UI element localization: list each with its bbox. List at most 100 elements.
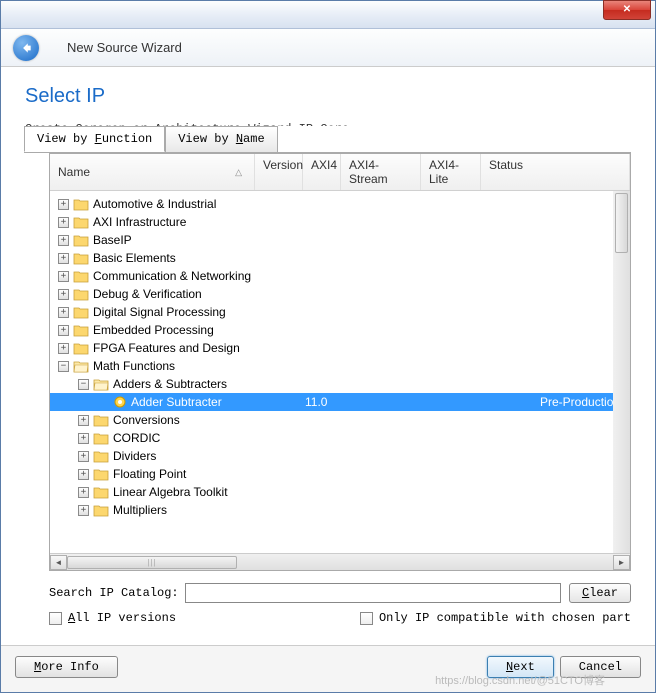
tree-scroll[interactable]: + Automotive & Industrial + AXI Infrastruct… (50, 191, 630, 553)
tree-folder[interactable]: −Math Functions (50, 357, 630, 375)
clear-button[interactable]: Clear (569, 583, 631, 603)
page-title: Select IP (25, 85, 631, 108)
tree-label: Floating Point (113, 467, 186, 481)
folder-icon (73, 342, 89, 355)
close-button[interactable] (603, 0, 651, 20)
tree-label: Debug & Verification (93, 287, 202, 301)
search-row: Search IP Catalog: Clear (49, 583, 631, 603)
expander-icon[interactable]: + (78, 487, 89, 498)
col-name[interactable]: Name△ (50, 154, 255, 190)
tree-label: Dividers (113, 449, 156, 463)
vertical-scrollbar[interactable] (613, 191, 630, 553)
col-version[interactable]: Version (255, 154, 303, 190)
expander-icon[interactable]: + (58, 325, 69, 336)
tabs-row: View by Function View by Name (24, 126, 631, 153)
expander-icon[interactable]: + (58, 271, 69, 282)
content-area: Select IP Create Coregen or Architecture… (1, 67, 655, 645)
expander-icon[interactable]: + (58, 217, 69, 228)
tree-folder[interactable]: + Debug & Verification (50, 285, 630, 303)
tree-label: Communication & Networking (93, 269, 251, 283)
more-info-button[interactable]: More Info (15, 656, 118, 678)
folder-icon (93, 450, 109, 463)
expander-icon[interactable]: − (78, 379, 89, 390)
wizard-window: New Source Wizard Select IP Create Coreg… (0, 0, 656, 693)
tree-folder[interactable]: +CORDIC (50, 429, 630, 447)
tree-label: AXI Infrastructure (93, 215, 186, 229)
tree-folder[interactable]: + Dividers (50, 447, 630, 465)
tree-folder[interactable]: + AXI Infrastructure (50, 213, 630, 231)
expander-icon[interactable]: + (58, 289, 69, 300)
tree-leaf[interactable]: Adder Subtracter11.0Pre-Production (50, 393, 630, 411)
tree-label: FPGA Features and Design (93, 341, 240, 355)
expander-icon[interactable]: + (58, 199, 69, 210)
check-row: All IP versions Only IP compatible with … (49, 611, 631, 625)
expander-icon[interactable]: + (78, 433, 89, 444)
ip-core-icon (113, 395, 127, 409)
tree-folder[interactable]: + Multipliers (50, 501, 630, 519)
hscroll-right-button[interactable]: ► (613, 555, 630, 570)
back-arrow-icon (19, 41, 33, 55)
tab-view-by-name[interactable]: View by Name (165, 126, 277, 152)
tree-label: Conversions (113, 413, 180, 427)
ip-tree-panel: Name△ Version AXI4 AXI4-Stream AXI4-Lite… (49, 153, 631, 571)
expander-icon[interactable]: + (78, 469, 89, 480)
search-label: Search IP Catalog: (49, 586, 179, 600)
table-header: Name△ Version AXI4 AXI4-Stream AXI4-Lite… (50, 154, 630, 191)
sort-asc-icon: △ (235, 167, 242, 178)
tree-folder[interactable]: + Basic Elements (50, 249, 630, 267)
tree-folder[interactable]: +BaseIP (50, 231, 630, 249)
expander-icon[interactable]: + (78, 451, 89, 462)
tree-folder[interactable]: +Embedded Processing (50, 321, 630, 339)
folder-icon (93, 468, 109, 481)
cancel-button[interactable]: Cancel (560, 656, 641, 678)
tree-folder[interactable]: + Communication & Networking (50, 267, 630, 285)
folder-icon (73, 306, 89, 319)
next-button[interactable]: Next (487, 656, 554, 678)
folder-icon (93, 486, 109, 499)
compat-check[interactable]: Only IP compatible with chosen part (360, 611, 631, 625)
tree-folder[interactable]: + Floating Point (50, 465, 630, 483)
expander-icon[interactable]: + (78, 415, 89, 426)
tree-label: Multipliers (113, 503, 167, 517)
tree-folder[interactable]: −Adders & Subtracters (50, 375, 630, 393)
wizard-title: New Source Wizard (67, 40, 182, 55)
tree-label: Linear Algebra Toolkit (113, 485, 228, 499)
col-axi4-stream[interactable]: AXI4-Stream (341, 154, 421, 190)
footer: More Info Next Cancel (1, 645, 655, 692)
tree-folder[interactable]: + Digital Signal Processing (50, 303, 630, 321)
tree-folder[interactable]: + FPGA Features and Design (50, 339, 630, 357)
expander-icon[interactable]: + (58, 235, 69, 246)
checkbox-icon[interactable] (49, 612, 62, 625)
tree-folder[interactable]: + Automotive & Industrial (50, 195, 630, 213)
search-input[interactable] (185, 583, 561, 603)
expander-icon[interactable]: − (58, 361, 69, 372)
col-axi4-lite[interactable]: AXI4-Lite (421, 154, 481, 190)
col-status[interactable]: Status (481, 154, 630, 190)
hscroll-left-button[interactable]: ◄ (50, 555, 67, 570)
expander-icon[interactable]: + (58, 253, 69, 264)
back-button[interactable] (13, 35, 39, 61)
col-axi4[interactable]: AXI4 (303, 154, 341, 190)
folder-icon (73, 198, 89, 211)
checkbox-icon[interactable] (360, 612, 373, 625)
tree-label: Basic Elements (93, 251, 176, 265)
expander-icon[interactable]: + (58, 307, 69, 318)
folder-icon (93, 504, 109, 517)
tree-folder[interactable]: + Linear Algebra Toolkit (50, 483, 630, 501)
tree-folder[interactable]: + Conversions (50, 411, 630, 429)
horizontal-scrollbar[interactable]: ◄ ||| ► (50, 553, 630, 570)
expander-icon[interactable]: + (78, 505, 89, 516)
vscroll-thumb[interactable] (615, 193, 628, 253)
folder-icon (93, 432, 109, 445)
hscroll-thumb[interactable]: ||| (67, 556, 237, 569)
tree-label: Automotive & Industrial (93, 197, 216, 211)
folder-icon (73, 270, 89, 283)
folder-icon (73, 324, 89, 337)
tab-view-by-function[interactable]: View by Function (24, 126, 165, 152)
tree-label: Digital Signal Processing (93, 305, 226, 319)
folder-icon (73, 288, 89, 301)
folder-icon (73, 234, 89, 247)
all-versions-check[interactable]: All IP versions (49, 611, 176, 625)
expander-icon[interactable]: + (58, 343, 69, 354)
header-bar: New Source Wizard (1, 29, 655, 67)
